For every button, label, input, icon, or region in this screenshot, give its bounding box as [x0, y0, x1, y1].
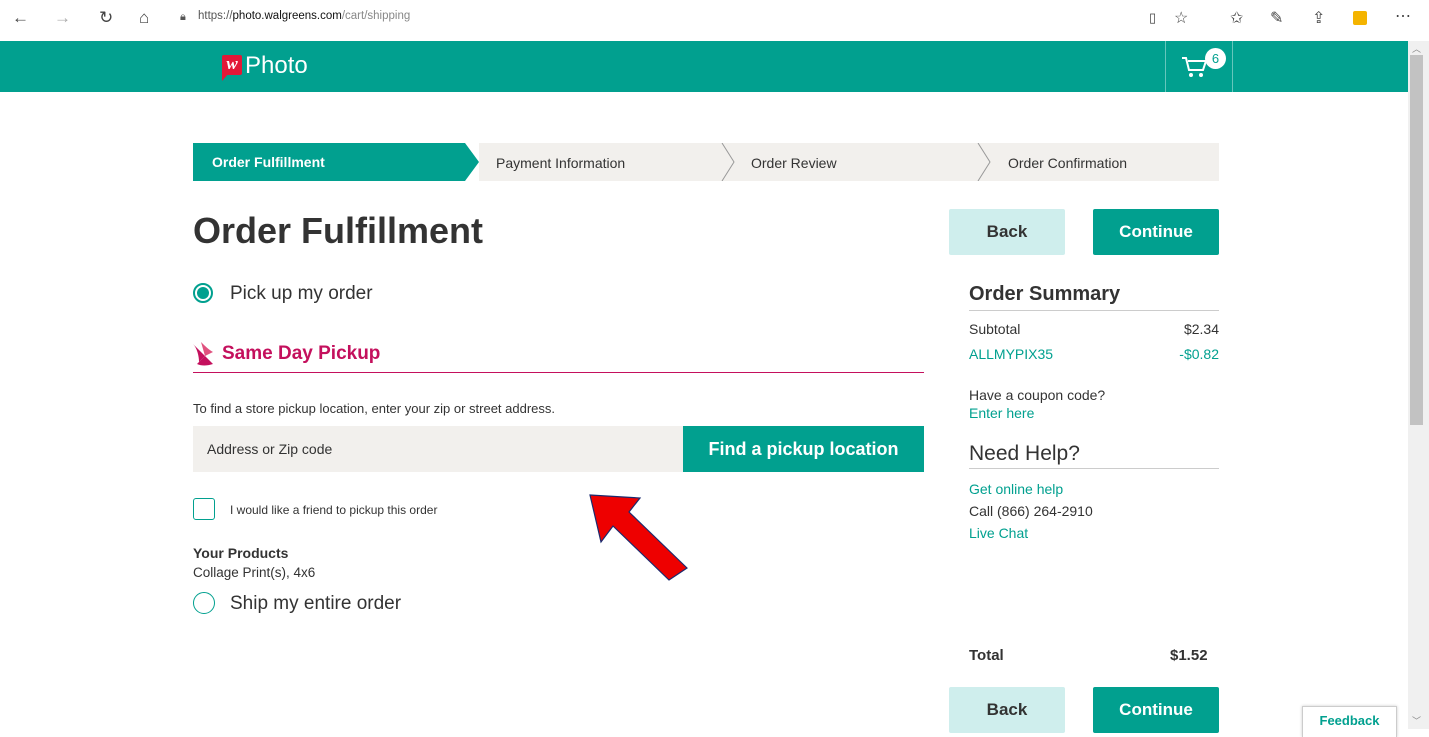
pickup-radio[interactable] [193, 283, 213, 303]
total-value: $1.52 [1170, 647, 1208, 664]
ship-order-label: Ship my entire order [230, 593, 402, 614]
friend-pickup-checkbox[interactable] [193, 498, 215, 520]
step-chevron-icon [977, 143, 991, 181]
feedback-tab[interactable]: Feedback [1302, 706, 1397, 737]
your-products-title: Your Products [193, 545, 289, 561]
back-arrow-icon[interactable]: ← [12, 8, 29, 28]
browser-toolbar: ← → ↻ ⌂ 🔒︎ https://photo.walgreens.com/c… [0, 0, 1429, 41]
address-zip-input[interactable] [193, 426, 683, 472]
forward-arrow-icon[interactable]: → [54, 8, 71, 28]
step-order-fulfillment: Order Fulfillment [193, 143, 465, 181]
subtotal-label: Subtotal [969, 321, 1021, 337]
reading-view-icon[interactable]: ▯ [1149, 10, 1156, 26]
more-menu-icon[interactable]: ⋯ [1395, 6, 1411, 26]
page-title: Order Fulfillment [193, 210, 484, 251]
pickup-instruction: To find a store pickup location, enter y… [193, 401, 556, 416]
url-prefix: https:// [198, 10, 233, 22]
summary-divider [969, 310, 1219, 311]
walgreens-logo-icon[interactable]: w [222, 55, 242, 75]
online-help-link[interactable]: Get online help [969, 481, 1063, 497]
logo-text[interactable]: Photo [245, 52, 308, 80]
lock-icon: 🔒︎ [180, 11, 186, 23]
coupon-question: Have a coupon code? [969, 387, 1106, 403]
ship-order-radio[interactable] [193, 592, 215, 614]
share-icon[interactable]: ⇪ [1312, 8, 1325, 28]
need-help-title: Need Help? [969, 442, 1080, 465]
step-chevron-icon [721, 143, 735, 181]
step-order-review: Order Review [751, 155, 837, 171]
product-item: Collage Print(s), 4x6 [193, 565, 316, 580]
favorites-list-icon[interactable]: ✩ [1230, 8, 1243, 28]
same-day-divider [193, 372, 924, 373]
back-button[interactable]: Back [949, 209, 1065, 255]
find-pickup-location-button[interactable]: Find a pickup location [683, 426, 924, 472]
pickup-label: Pick up my order [230, 283, 373, 304]
continue-button-bottom[interactable]: Continue [1093, 687, 1219, 733]
cart-count-badge: 6 [1205, 48, 1226, 69]
step-payment-information: Payment Information [496, 155, 626, 171]
order-summary-title: Order Summary [969, 283, 1121, 305]
live-chat-link[interactable]: Live Chat [969, 525, 1028, 541]
refresh-icon[interactable]: ↻ [99, 8, 113, 28]
continue-button[interactable]: Continue [1093, 209, 1219, 255]
scrollbar-thumb[interactable] [1410, 55, 1423, 425]
url-domain: photo.walgreens.com [232, 10, 342, 22]
extension-icon[interactable] [1353, 11, 1367, 25]
subtotal-value: $2.34 [1183, 321, 1219, 337]
cart-divider [1165, 41, 1166, 92]
enter-coupon-link[interactable]: Enter here [969, 405, 1034, 421]
back-button-bottom[interactable]: Back [949, 687, 1065, 733]
home-icon[interactable]: ⌂ [139, 8, 149, 28]
coupon-code: ALLMYPIX35 [969, 346, 1054, 362]
help-divider [969, 468, 1219, 469]
help-phone: Call (866) 264-2910 [969, 503, 1093, 519]
favorite-star-icon[interactable]: ☆ [1174, 8, 1188, 28]
pen-icon[interactable]: ✎ [1270, 8, 1283, 28]
red-pointer-arrow [589, 494, 688, 581]
same-day-pickup-title: Same Day Pickup [222, 343, 381, 364]
scroll-up-icon[interactable]: ︿ [1412, 42, 1421, 55]
total-label: Total [969, 647, 1004, 664]
url-path: /cart/shipping [341, 10, 411, 22]
cart-divider-right [1232, 41, 1233, 92]
address-bar[interactable]: https://photo.walgreens.com/cart/shippin… [198, 10, 410, 22]
step-active-arrow [465, 143, 479, 181]
logo-tail [222, 73, 229, 81]
same-day-pickup-icon [193, 342, 213, 366]
scroll-down-icon[interactable]: ﹀ [1412, 714, 1421, 727]
step-order-confirmation: Order Confirmation [1008, 155, 1128, 171]
friend-pickup-label: I would like a friend to pickup this ord… [230, 503, 438, 517]
coupon-discount: -$0.82 [1179, 346, 1219, 362]
